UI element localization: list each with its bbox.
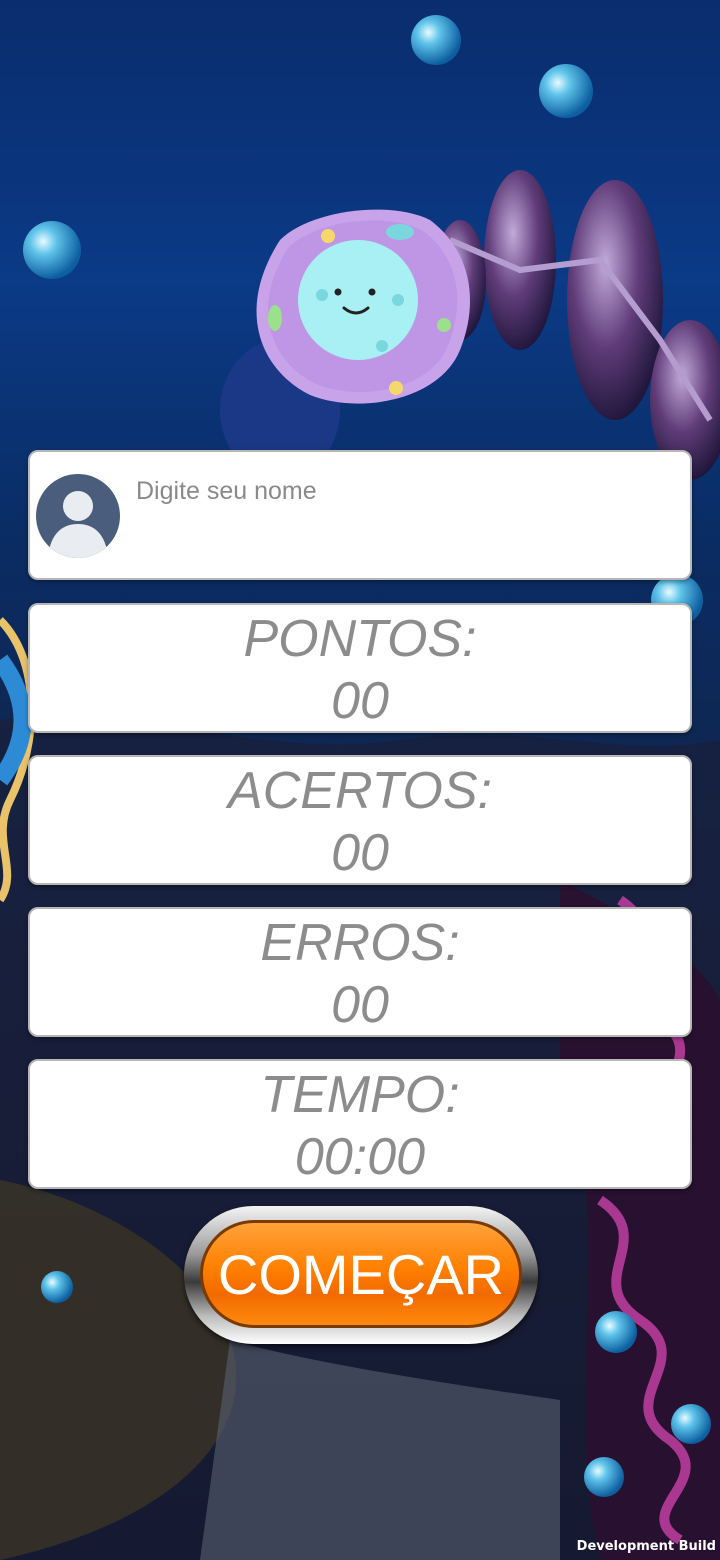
errors-card: ERROS: 00 bbox=[28, 907, 692, 1037]
hits-value: 00 bbox=[331, 824, 389, 882]
errors-value: 00 bbox=[331, 976, 389, 1034]
user-avatar-icon bbox=[36, 474, 120, 558]
start-button[interactable]: COMEÇAR bbox=[200, 1220, 522, 1328]
cell-mascot-icon bbox=[256, 209, 470, 404]
player-name-card bbox=[28, 450, 692, 580]
hits-label: ACERTOS: bbox=[228, 762, 492, 820]
errors-label: ERROS: bbox=[260, 914, 460, 972]
time-card: TEMPO: 00:00 bbox=[28, 1059, 692, 1189]
time-label: TEMPO: bbox=[260, 1066, 460, 1124]
player-name-input[interactable] bbox=[134, 470, 678, 512]
points-label: PONTOS: bbox=[243, 610, 477, 668]
time-value: 00:00 bbox=[294, 1128, 426, 1186]
start-button-frame: COMEÇAR bbox=[184, 1206, 538, 1344]
points-card: PONTOS: 00 bbox=[28, 603, 692, 733]
hits-card: ACERTOS: 00 bbox=[28, 755, 692, 885]
points-value: 00 bbox=[331, 672, 389, 730]
development-build-label: Development Build bbox=[576, 1539, 716, 1554]
